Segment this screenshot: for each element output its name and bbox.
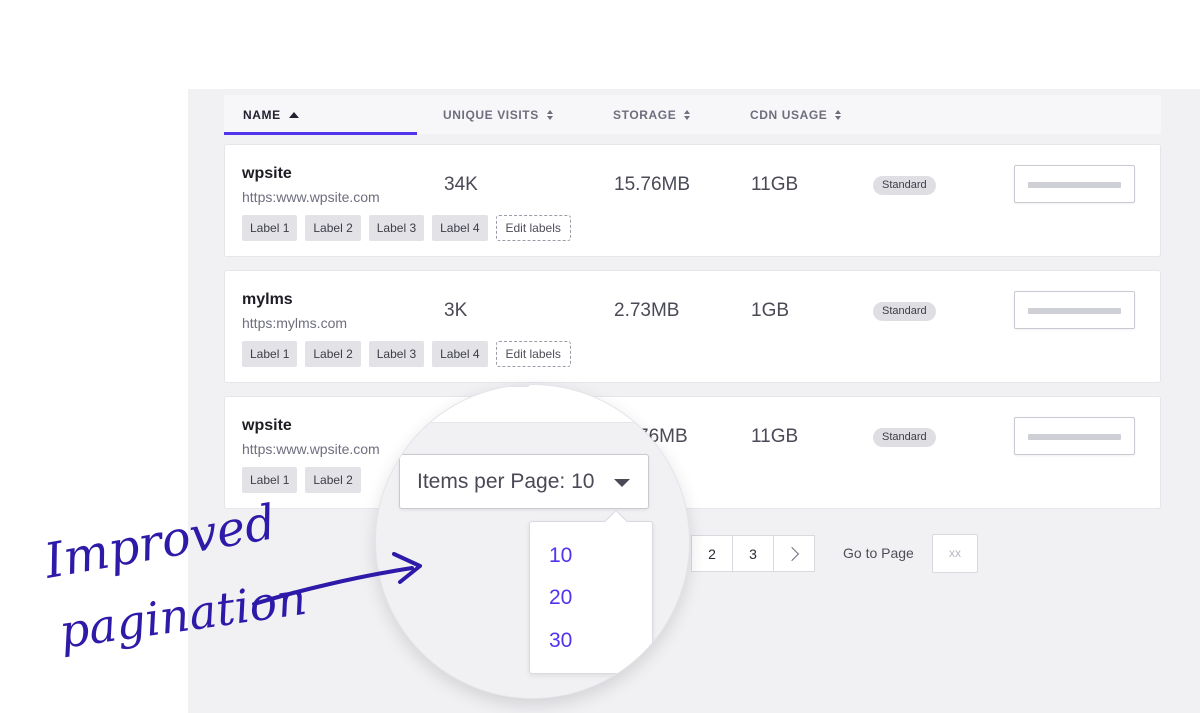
column-header-storage[interactable]: STORAGE (613, 108, 691, 122)
page-button-2[interactable]: 2 (691, 535, 733, 572)
label-chip[interactable]: Label 4 (432, 215, 488, 241)
label-chip[interactable]: Label 3 (368, 215, 425, 241)
column-header-cdn-usage-label: CDN USAGE (750, 108, 828, 122)
magnified-card (376, 385, 689, 423)
label-chip[interactable]: Label 2 (305, 215, 361, 241)
chevron-right-icon (784, 546, 800, 561)
column-header-name[interactable]: NAME (243, 108, 299, 122)
plan-badge: Standard (873, 176, 936, 195)
site-row[interactable]: mylms https:mylms.com Label 1 Label 2 La… (224, 270, 1161, 383)
items-option-10[interactable]: 10 (549, 544, 572, 568)
cdn-usage-value: 11GB (751, 174, 799, 195)
label-chip[interactable]: Label 1 (242, 341, 298, 367)
storage-value: 15.76MB (614, 174, 691, 195)
magnified-chip (426, 385, 530, 387)
column-header-unique-visits-label: UNIQUE VISITS (443, 108, 539, 122)
active-sort-indicator (224, 132, 417, 135)
items-option-20[interactable]: 20 (549, 586, 572, 610)
plan-badge: Standard (873, 302, 936, 321)
storage-value: 2.73MB (614, 300, 680, 321)
placeholder-bar (1028, 182, 1121, 188)
placeholder-bar (1028, 308, 1121, 314)
site-name[interactable]: wpsite (242, 417, 292, 435)
annotation-line-1: Improved (39, 494, 279, 590)
label-chip[interactable]: Label 1 (242, 215, 298, 241)
column-header-storage-label: STORAGE (613, 108, 677, 122)
placeholder-bar (1028, 434, 1121, 440)
caret-down-icon (614, 479, 630, 487)
edit-labels-button[interactable]: Edit labels (495, 341, 571, 367)
label-list: Label 1 Label 2 Label 3 Label 4 Edit lab… (242, 215, 571, 241)
goto-page-input[interactable]: xx (932, 534, 978, 573)
column-header-cdn-usage[interactable]: CDN USAGE (750, 108, 842, 122)
items-per-page-menu: 10 20 30 (529, 509, 653, 674)
cdn-usage-value: 11GB (751, 426, 799, 447)
site-name[interactable]: wpsite (242, 165, 292, 183)
sort-icon (546, 110, 553, 120)
site-url: https:www.wpsite.com (242, 189, 380, 205)
menu-notch (604, 509, 628, 533)
action-button[interactable] (1014, 165, 1135, 203)
label-chip[interactable]: Label 2 (305, 341, 361, 367)
table-header (224, 95, 1161, 134)
action-button[interactable] (1014, 417, 1135, 455)
goto-page-label: Go to Page (843, 545, 914, 561)
site-url: https:mylms.com (242, 315, 348, 331)
label-chip[interactable]: Label 3 (368, 341, 425, 367)
handwritten-annotation: Improved pagination (39, 494, 422, 659)
sort-icon (684, 110, 691, 120)
items-option-30[interactable]: 30 (549, 629, 572, 653)
cdn-usage-value: 1GB (751, 300, 790, 321)
label-list: Label 1 Label 2 Label 3 Label 4 Edit lab… (242, 341, 571, 367)
unique-visits-value: 34K (444, 174, 478, 195)
column-header-unique-visits[interactable]: UNIQUE VISITS (443, 108, 553, 122)
page-button-3[interactable]: 3 (732, 535, 774, 572)
annotation-line-2: pagination (56, 571, 310, 659)
site-url: https:www.wpsite.com (242, 441, 380, 457)
pagination: 2 3 (691, 535, 815, 572)
sort-ascending-icon (288, 112, 299, 118)
site-name[interactable]: mylms (242, 291, 293, 309)
action-button[interactable] (1014, 291, 1135, 329)
site-row[interactable]: wpsite https:www.wpsite.com Label 1 Labe… (224, 144, 1161, 257)
edit-labels-button[interactable]: Edit labels (495, 215, 571, 241)
plan-badge: Standard (873, 428, 936, 447)
next-page-button[interactable] (773, 535, 815, 572)
column-header-name-label: NAME (243, 108, 281, 122)
sort-icon (835, 110, 842, 120)
unique-visits-value: 3K (444, 300, 468, 321)
label-chip[interactable]: Label 4 (432, 341, 488, 367)
